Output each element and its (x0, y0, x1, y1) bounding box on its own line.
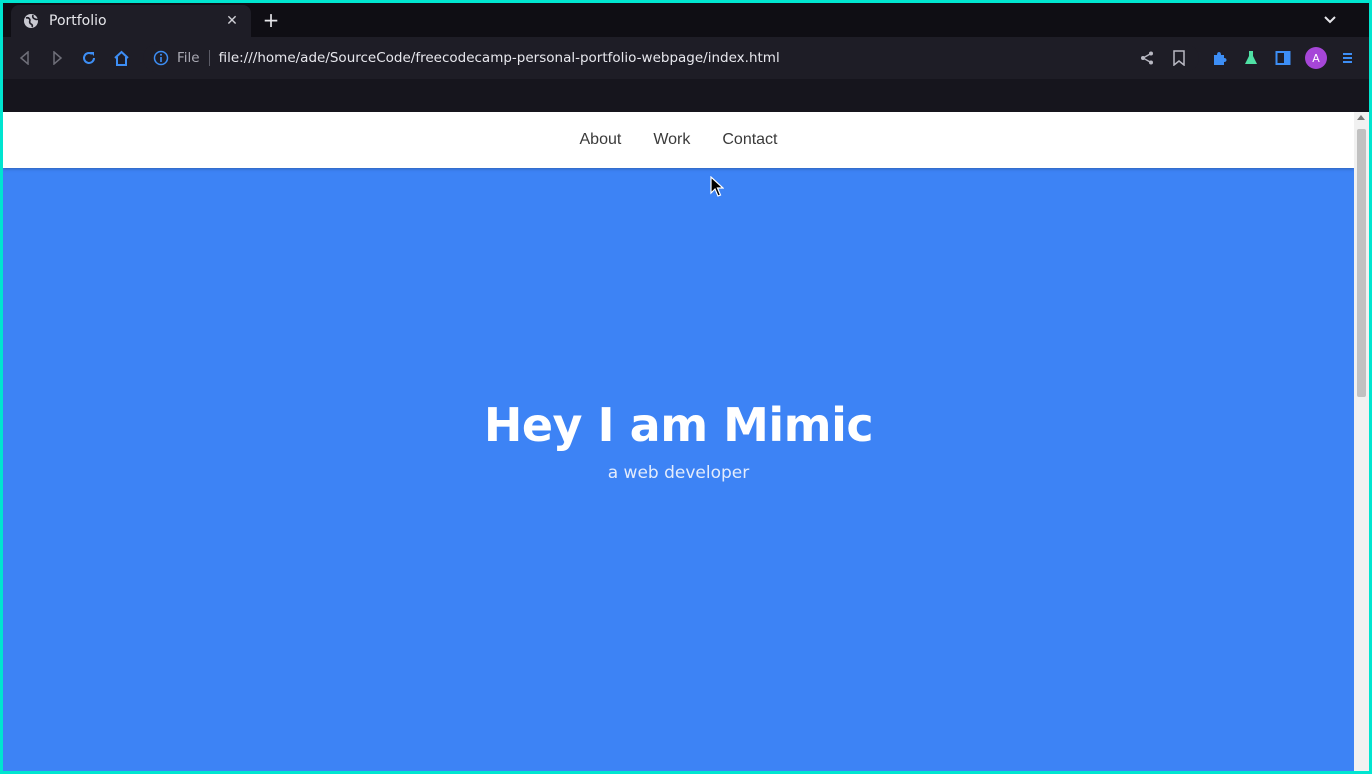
address-bar[interactable]: File file:///home/ade/SourceCode/freecod… (143, 44, 1199, 72)
page-scrollbar[interactable] (1354, 112, 1369, 771)
back-icon[interactable] (14, 47, 36, 69)
info-icon[interactable] (153, 50, 169, 66)
url-divider (208, 50, 210, 66)
tab-title: Portfolio (49, 13, 107, 29)
site-navbar: About Work Contact (3, 112, 1354, 168)
forward-icon[interactable] (46, 47, 68, 69)
browser-window: Portfolio ✕ + File file:///home/ade/Sour… (3, 3, 1369, 771)
bookmarks-strip (3, 79, 1369, 112)
mouse-cursor-icon (710, 175, 725, 198)
close-tab-icon[interactable]: ✕ (223, 13, 241, 29)
menu-icon[interactable] (1337, 48, 1357, 68)
profile-avatar[interactable]: A (1305, 47, 1327, 69)
hero-title: Hey I am Mimic (483, 398, 874, 452)
home-icon[interactable] (110, 47, 132, 69)
navigation-toolbar: File file:///home/ade/SourceCode/freecod… (3, 37, 1369, 79)
nav-link-work[interactable]: Work (637, 131, 706, 149)
nav-link-contact[interactable]: Contact (706, 131, 793, 149)
hero-subtitle: a web developer (607, 463, 750, 483)
reload-icon[interactable] (78, 47, 100, 69)
share-icon[interactable] (1137, 48, 1157, 68)
scroll-thumb[interactable] (1357, 129, 1366, 397)
tab-portfolio[interactable]: Portfolio ✕ (11, 5, 251, 37)
url-text[interactable]: file:///home/ade/SourceCode/freecodecamp… (219, 50, 780, 66)
bookmark-icon[interactable] (1169, 48, 1189, 68)
chevron-down-icon[interactable] (1321, 11, 1339, 29)
labs-flask-icon[interactable] (1241, 48, 1261, 68)
extensions-icon[interactable] (1209, 48, 1229, 68)
nav-link-about[interactable]: About (564, 131, 638, 149)
page-viewport: About Work Contact Hey I am Mimic a web … (3, 112, 1354, 771)
globe-icon (23, 13, 39, 29)
tab-strip: Portfolio ✕ + (3, 3, 1369, 37)
new-tab-button[interactable]: + (259, 9, 283, 31)
scroll-up-arrow-icon[interactable] (1357, 115, 1365, 120)
side-panel-icon[interactable] (1273, 48, 1293, 68)
scheme-label: File (177, 50, 200, 66)
